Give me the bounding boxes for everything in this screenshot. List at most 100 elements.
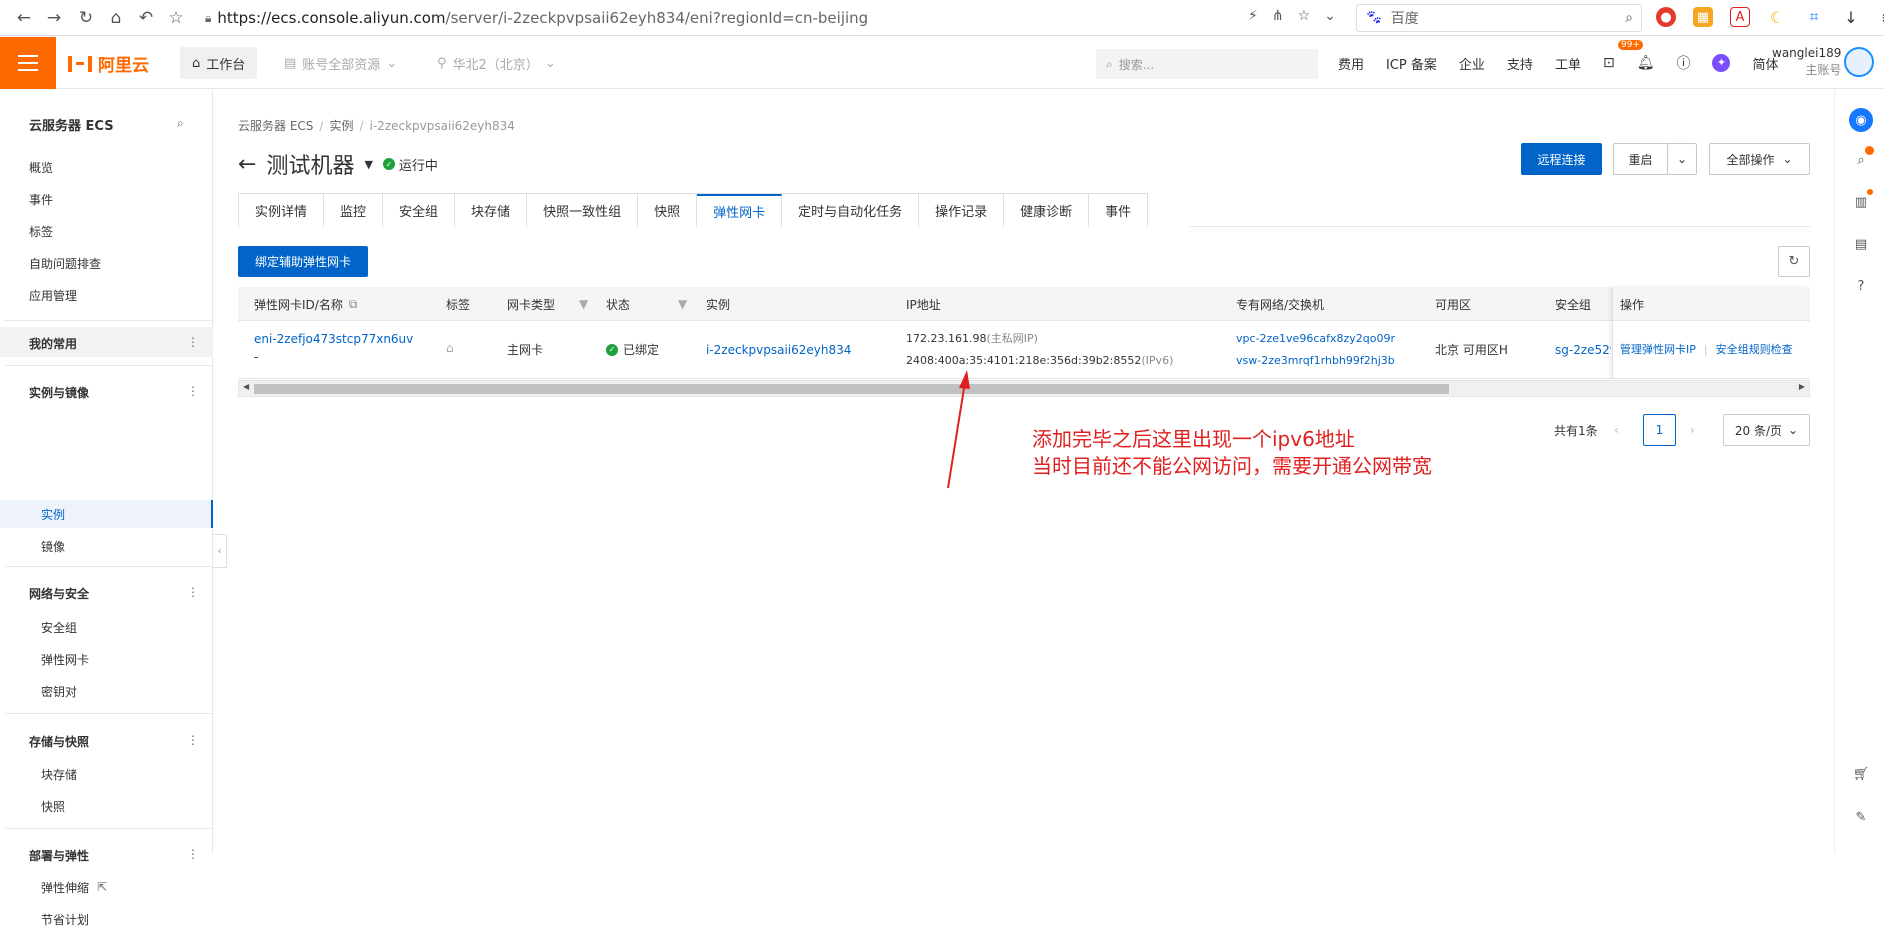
workbench-button[interactable]: ⌂ 工作台 (180, 47, 258, 79)
sidebar-item-keypair[interactable]: 密钥对 (41, 677, 221, 705)
tab-block-storage[interactable]: 块存储 (455, 194, 528, 227)
vswitch-link[interactable]: vsw-2ze3mrqf1rhbh99f2hj3b (1236, 350, 1395, 372)
filter-icon[interactable]: ▼ (678, 287, 687, 321)
chevron-down-icon[interactable]: ⌄ (1324, 8, 1336, 24)
resource-selector[interactable]: ▤ 账号全部资源 ⌄ (272, 47, 409, 79)
remote-connect-button[interactable]: 远程连接 (1521, 143, 1602, 175)
horizontal-scrollbar[interactable]: ◀ ▶ (238, 380, 1810, 397)
security-group-link[interactable]: sg-2ze529 (1555, 339, 1611, 361)
extension-red-icon[interactable]: ● (1656, 7, 1676, 27)
bind-secondary-eni-button[interactable]: 绑定辅助弹性网卡 (238, 246, 368, 277)
tab-snapshot[interactable]: 快照 (638, 194, 698, 227)
sidebar-item-app-mgmt[interactable]: 应用管理 (29, 281, 209, 309)
tab-snapshot-group[interactable]: 快照一致性组 (527, 194, 639, 227)
sidebar-group-instances[interactable]: 实例与镜像 ⋮ (29, 384, 199, 401)
user-info[interactable]: wanglei189 主账号 (1772, 45, 1841, 79)
sidebar-item-overview[interactable]: 概览 (29, 153, 209, 181)
restart-button[interactable]: 重启 (1613, 143, 1668, 175)
page-number-current[interactable]: 1 (1643, 414, 1676, 446)
hamburger-menu-icon[interactable] (0, 37, 56, 89)
feedback-icon[interactable]: ✎ (1852, 808, 1870, 826)
sidebar-collapse-handle[interactable]: ‹ (213, 534, 227, 568)
sidebar-search-icon[interactable]: ⌕ (177, 116, 184, 131)
sidebar-item-savings-plan[interactable]: 节省计划 (41, 905, 221, 933)
aliyun-logo[interactable]: 阿里云 (68, 51, 149, 76)
tab-health[interactable]: 健康诊断 (1004, 194, 1090, 227)
refresh-icon[interactable]: ↻ (1778, 246, 1810, 277)
more-dots-icon[interactable]: ⋮ (187, 847, 199, 864)
tab-details[interactable]: 实例详情 (239, 194, 325, 227)
scroll-left-icon[interactable]: ◀ (243, 382, 249, 391)
tab-scheduled-tasks[interactable]: 定时与自动化任务 (782, 194, 920, 227)
sidebar-group-deploy[interactable]: 部署与弹性 ⋮ (29, 847, 199, 864)
more-dots-icon[interactable]: ⋮ (187, 733, 199, 750)
sidebar-item-troubleshoot[interactable]: 自助问题排查 (29, 249, 209, 277)
instance-link[interactable]: i-2zeckpvpsaii62eyh834 (706, 339, 851, 361)
all-operations-button[interactable]: 全部操作 ⌄ (1709, 143, 1810, 175)
console-search-input[interactable]: ⌕ 搜索... (1096, 49, 1318, 79)
reload-icon[interactable]: ↻ (76, 8, 96, 28)
more-dots-icon[interactable]: ⋮ (187, 585, 199, 602)
menu-icon[interactable]: ≡ (1878, 7, 1884, 27)
sidebar-item-events[interactable]: 事件 (29, 185, 209, 213)
moon-icon[interactable]: ☾ (1767, 7, 1787, 27)
help-icon[interactable]: ? (1852, 277, 1870, 295)
more-dots-icon[interactable]: ⋮ (187, 335, 199, 352)
forward-arrow-icon[interactable]: → (44, 8, 64, 28)
tab-events[interactable]: 事件 (1089, 194, 1149, 227)
tab-monitoring[interactable]: 监控 (324, 194, 384, 227)
browser-search-box[interactable]: 🐾︎ 百度 ⌕ (1356, 4, 1642, 32)
eni-id-link[interactable]: eni-2zefjo473stcp77xn6uv (254, 328, 413, 350)
page-size-select[interactable]: 20 条/页 ⌄ (1723, 414, 1810, 446)
next-page-icon[interactable]: › (1690, 414, 1695, 446)
sidebar-item-autoscaling[interactable]: 弹性伸缩 ⇱ (41, 873, 221, 901)
avatar[interactable] (1844, 47, 1874, 77)
undo-icon[interactable]: ↶ (136, 8, 156, 28)
crop-icon[interactable]: ⌗ (1804, 7, 1824, 27)
filter-icon[interactable]: ▼ (579, 287, 588, 321)
sidebar-item-eni[interactable]: 弹性网卡 (41, 645, 221, 673)
sidebar-favorites[interactable]: 我的常用 ⋮ (29, 335, 199, 352)
tab-operation-log[interactable]: 操作记录 (919, 194, 1005, 227)
more-dots-icon[interactable]: ⋮ (187, 384, 199, 401)
favorite-star-icon[interactable]: ☆ (1298, 8, 1311, 24)
sidebar-item-security-group[interactable]: 安全组 (41, 613, 221, 641)
document-icon[interactable]: ▤ (1852, 235, 1870, 253)
sidebar-group-storage[interactable]: 存储与快照 ⋮ (29, 733, 199, 750)
sidebar-item-snapshot[interactable]: 快照 (41, 792, 221, 820)
breadcrumb-item[interactable]: 实例 (329, 119, 353, 133)
tag-icon[interactable]: ⌂ (446, 337, 454, 359)
address-bar[interactable]: 🔒︎ https://ecs.console.aliyun.com/server… (205, 4, 1315, 32)
caret-down-icon[interactable]: ▼ (364, 158, 372, 171)
back-arrow-icon[interactable]: ← (238, 152, 256, 177)
top-link-enterprise[interactable]: 企业 (1459, 54, 1485, 73)
top-link-icp[interactable]: ICP 备案 (1386, 54, 1437, 73)
lightning-icon[interactable]: ⚡ (1248, 8, 1258, 24)
help-icon[interactable]: ⓘ (1676, 53, 1690, 73)
scrollbar-thumb[interactable] (254, 384, 1449, 394)
download-icon[interactable]: ↓ (1841, 7, 1861, 27)
bookmark-star-icon[interactable]: ☆ (166, 8, 186, 28)
sidebar-item-image[interactable]: 镜像 (41, 532, 221, 560)
top-link-support[interactable]: 支持 (1507, 54, 1533, 73)
breadcrumb-item[interactable]: 云服务器 ECS (238, 119, 313, 133)
search-icon[interactable]: ⌕ (1625, 10, 1633, 26)
sidebar-group-network[interactable]: 网络与安全 ⋮ (29, 585, 199, 602)
cart-icon[interactable]: 🛒︎ (1852, 765, 1870, 783)
tab-security-group[interactable]: 安全组 (383, 194, 456, 227)
back-arrow-icon[interactable]: ← (14, 8, 34, 28)
ai-assistant-icon[interactable]: ✦ (1712, 54, 1731, 72)
home-icon[interactable]: ⌂ (106, 8, 126, 28)
tab-eni[interactable]: 弹性网卡 (697, 194, 783, 227)
robot-assistant-icon[interactable]: ◉ (1849, 108, 1873, 132)
vpc-link[interactable]: vpc-2ze1ve96cafx8zy2qo09r (1236, 328, 1395, 350)
sidebar-item-tags[interactable]: 标签 (29, 217, 209, 245)
pdf-icon[interactable]: A (1730, 7, 1750, 27)
terminal-icon[interactable]: ⊡ (1603, 55, 1615, 71)
copy-icon[interactable]: ⧉ (349, 297, 358, 312)
sidebar-item-instance[interactable]: 实例 (41, 500, 221, 528)
top-link-billing[interactable]: 费用 (1338, 54, 1364, 73)
book-icon[interactable]: ▥ (1852, 193, 1870, 211)
region-selector[interactable]: ⚲ 华北2（北京） ⌄ (425, 47, 568, 79)
share-icon[interactable]: ⋔ (1272, 8, 1284, 24)
